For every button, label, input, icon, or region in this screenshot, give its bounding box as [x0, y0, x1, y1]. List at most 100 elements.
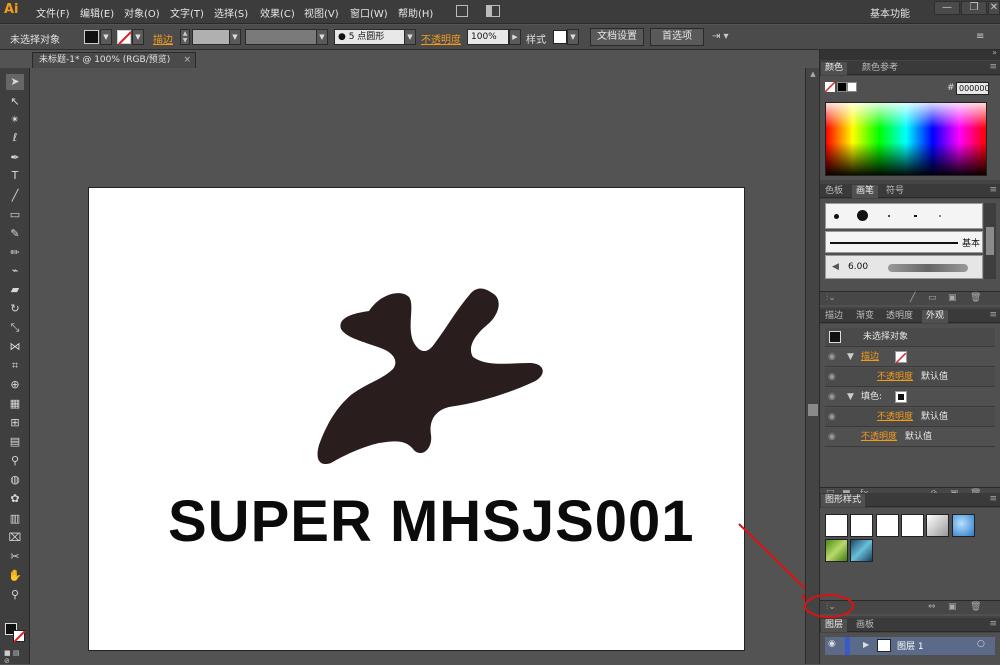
tab-color-guide[interactable]: 颜色参考 — [858, 62, 902, 75]
fill-opacity-label[interactable]: 不透明度 — [877, 408, 913, 426]
control-panel-menu-icon[interactable]: ≡ — [976, 31, 984, 42]
graphic-style-blue[interactable] — [952, 514, 975, 537]
options-icon[interactable]: ▭ — [928, 293, 937, 303]
brush-art-row[interactable]: ◀ 6.00 — [825, 255, 983, 279]
tab-gradient[interactable]: 渐变 — [852, 310, 878, 323]
panel-menu-icon[interactable]: ≡ — [989, 62, 997, 72]
graphic-style-swatch[interactable] — [553, 30, 567, 44]
column-graph-tool-icon[interactable]: ▥ — [6, 511, 24, 527]
document-setup-button[interactable]: 文档设置 — [590, 28, 644, 46]
menu-window[interactable]: 窗口(W) — [350, 5, 388, 20]
hex-input[interactable]: 000000 — [956, 82, 989, 95]
line-tool-icon[interactable]: ╱ — [6, 188, 24, 204]
minimize-button[interactable]: — — [934, 1, 960, 15]
panel-menu-icon[interactable]: ≡ — [989, 310, 997, 320]
white-color-icon[interactable] — [847, 82, 857, 92]
bridge-icon[interactable] — [456, 5, 468, 17]
eraser-tool-icon[interactable]: ▰ — [6, 282, 24, 298]
opacity-dropdown[interactable]: ▶ — [509, 29, 521, 45]
break-link-icon[interactable]: ⇔ — [928, 602, 936, 612]
panel-menu-icon[interactable]: ≡ — [989, 185, 997, 195]
menu-effect[interactable]: 效果(C) — [260, 5, 295, 20]
visibility-eye-icon[interactable]: ◉ — [828, 368, 836, 386]
graphic-style-green[interactable] — [825, 539, 848, 562]
brush-libraries-icon[interactable]: ⫶⌄ — [826, 293, 836, 303]
splash-shape[interactable] — [309, 283, 549, 468]
menu-select[interactable]: 选择(S) — [214, 5, 248, 20]
stroke-none-swatch[interactable] — [895, 351, 907, 364]
brush-definition-field[interactable]: ● 5 点圆形 — [334, 29, 406, 45]
direct-selection-tool-icon[interactable]: ↖ — [6, 94, 24, 110]
slice-tool-icon[interactable]: ✂ — [6, 549, 24, 565]
zoom-tool-icon[interactable]: ⚲ — [6, 587, 24, 603]
pen-tool-icon[interactable]: ✒ — [6, 150, 24, 166]
hand-tool-icon[interactable]: ✋ — [6, 568, 24, 584]
pencil-tool-icon[interactable]: ✏ — [6, 245, 24, 261]
brush-dot-tiny-icon[interactable] — [888, 215, 890, 217]
tab-brushes[interactable]: 画笔 — [852, 185, 879, 198]
expand-triangle-icon[interactable]: ▼ — [847, 388, 854, 406]
appearance-stroke-opacity-row[interactable]: ◉ 不透明度 默认值 — [825, 368, 995, 387]
menu-view[interactable]: 视图(V) — [304, 5, 339, 20]
stroke-weight-dropdown[interactable]: ▼ — [229, 29, 241, 45]
brush-dot-large-icon[interactable] — [857, 210, 868, 221]
brush-dropdown[interactable]: ▼ — [404, 29, 416, 45]
layer-name[interactable]: 图层 1 — [897, 639, 924, 652]
arrange-icon[interactable]: ⇥ ▾ — [712, 31, 729, 42]
mesh-tool-icon[interactable]: ⊞ — [6, 415, 24, 431]
tab-transparency[interactable]: 透明度 — [882, 310, 917, 323]
collapse-icon[interactable]: » — [992, 48, 997, 57]
delete-brush-icon[interactable]: 🗑 — [970, 293, 981, 303]
gradient-tool-icon[interactable]: ▤ — [6, 434, 24, 450]
tab-artboards[interactable]: 画板 — [852, 619, 878, 632]
tab-swatches[interactable]: 色板 — [821, 185, 847, 198]
stroke-opacity-label[interactable]: 不透明度 — [877, 368, 913, 386]
vertical-scrollbar[interactable]: ▲ — [805, 68, 819, 664]
graphic-style-default[interactable] — [825, 514, 848, 537]
delete-graphic-style-icon[interactable]: 🗑 — [970, 602, 981, 612]
brush-calligraphic-icon[interactable] — [914, 215, 917, 217]
layer-expand-icon[interactable]: ▶ — [863, 640, 869, 649]
scale-tool-icon[interactable]: ⤡ — [6, 320, 24, 336]
blob-brush-tool-icon[interactable]: ⌁ — [6, 263, 24, 279]
black-color-icon[interactable] — [837, 82, 847, 92]
graphic-style-dropdown[interactable]: ▼ — [567, 29, 579, 45]
scrollbar-thumb[interactable] — [808, 404, 818, 416]
panel-menu-icon[interactable]: ≡ — [989, 494, 997, 504]
graphic-style-4[interactable] — [901, 514, 924, 537]
graphic-style-2[interactable] — [850, 514, 873, 537]
close-button[interactable]: ✕ — [988, 1, 1000, 15]
dock-collapse-bar[interactable]: » — [820, 48, 1000, 60]
layer-row[interactable]: ◉ ▶ 图层 1 ○ — [825, 637, 995, 655]
document-tab[interactable]: 未标题-1* @ 100% (RGB/预览) × — [32, 52, 196, 68]
tab-appearance[interactable]: 外观 — [922, 310, 949, 323]
type-tool-icon[interactable]: T — [6, 168, 24, 184]
selection-tool-icon[interactable]: ➤ — [6, 74, 24, 90]
tab-symbols[interactable]: 符号 — [882, 185, 908, 198]
menu-help[interactable]: 帮助(H) — [398, 5, 433, 20]
graphic-style-gradient[interactable] — [926, 514, 949, 537]
color-spectrum[interactable] — [825, 102, 987, 176]
visibility-eye-icon[interactable]: ◉ — [828, 348, 836, 366]
tab-graphic-styles[interactable]: 图形样式 — [821, 494, 866, 507]
fill-black-swatch[interactable] — [895, 391, 907, 403]
menu-file[interactable]: 文件(F) — [36, 5, 70, 20]
brush-basic-row[interactable]: 基本 — [825, 231, 983, 253]
stroke-color-swatch[interactable] — [13, 630, 26, 643]
scroll-up-icon[interactable]: ▲ — [808, 70, 818, 80]
rotate-tool-icon[interactable]: ↻ — [6, 301, 24, 317]
stroke-dropdown[interactable]: ▼ — [132, 29, 144, 45]
variable-width-field[interactable] — [245, 29, 317, 45]
tab-layers[interactable]: 图层 — [821, 619, 848, 632]
maximize-button[interactable]: ❐ — [961, 1, 987, 15]
new-graphic-style-icon[interactable]: ▣ — [948, 602, 957, 612]
menu-type[interactable]: 文字(T) — [170, 5, 204, 20]
artboard[interactable]: SUPER MHSJS001 — [88, 187, 745, 651]
new-brush-icon[interactable]: ▣ — [948, 293, 957, 303]
stroke-weight-stepper[interactable]: ▲ ▼ — [180, 29, 190, 45]
canvas-area[interactable]: SUPER MHSJS001 — [31, 68, 822, 664]
shape-builder-tool-icon[interactable]: ⊕ — [6, 377, 24, 393]
graphic-style-teal[interactable] — [850, 539, 873, 562]
stroke-weight-field[interactable] — [192, 29, 230, 45]
opacity-label[interactable]: 不透明度 — [861, 428, 897, 446]
